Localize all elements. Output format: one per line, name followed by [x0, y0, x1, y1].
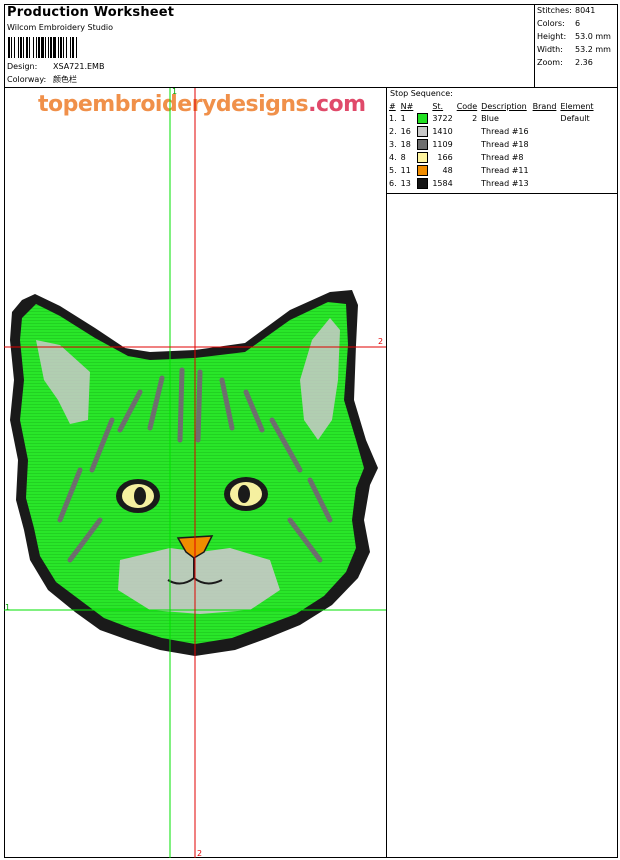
- left-eye: [116, 479, 160, 513]
- right-eye: [224, 477, 268, 511]
- guide-marker-1: 1: [172, 87, 178, 96]
- guide-marker-1: 1: [5, 603, 11, 612]
- embroidery-preview: [4, 88, 386, 858]
- guide-marker-2: 2: [197, 849, 203, 858]
- guide-marker-2: 2: [378, 337, 384, 346]
